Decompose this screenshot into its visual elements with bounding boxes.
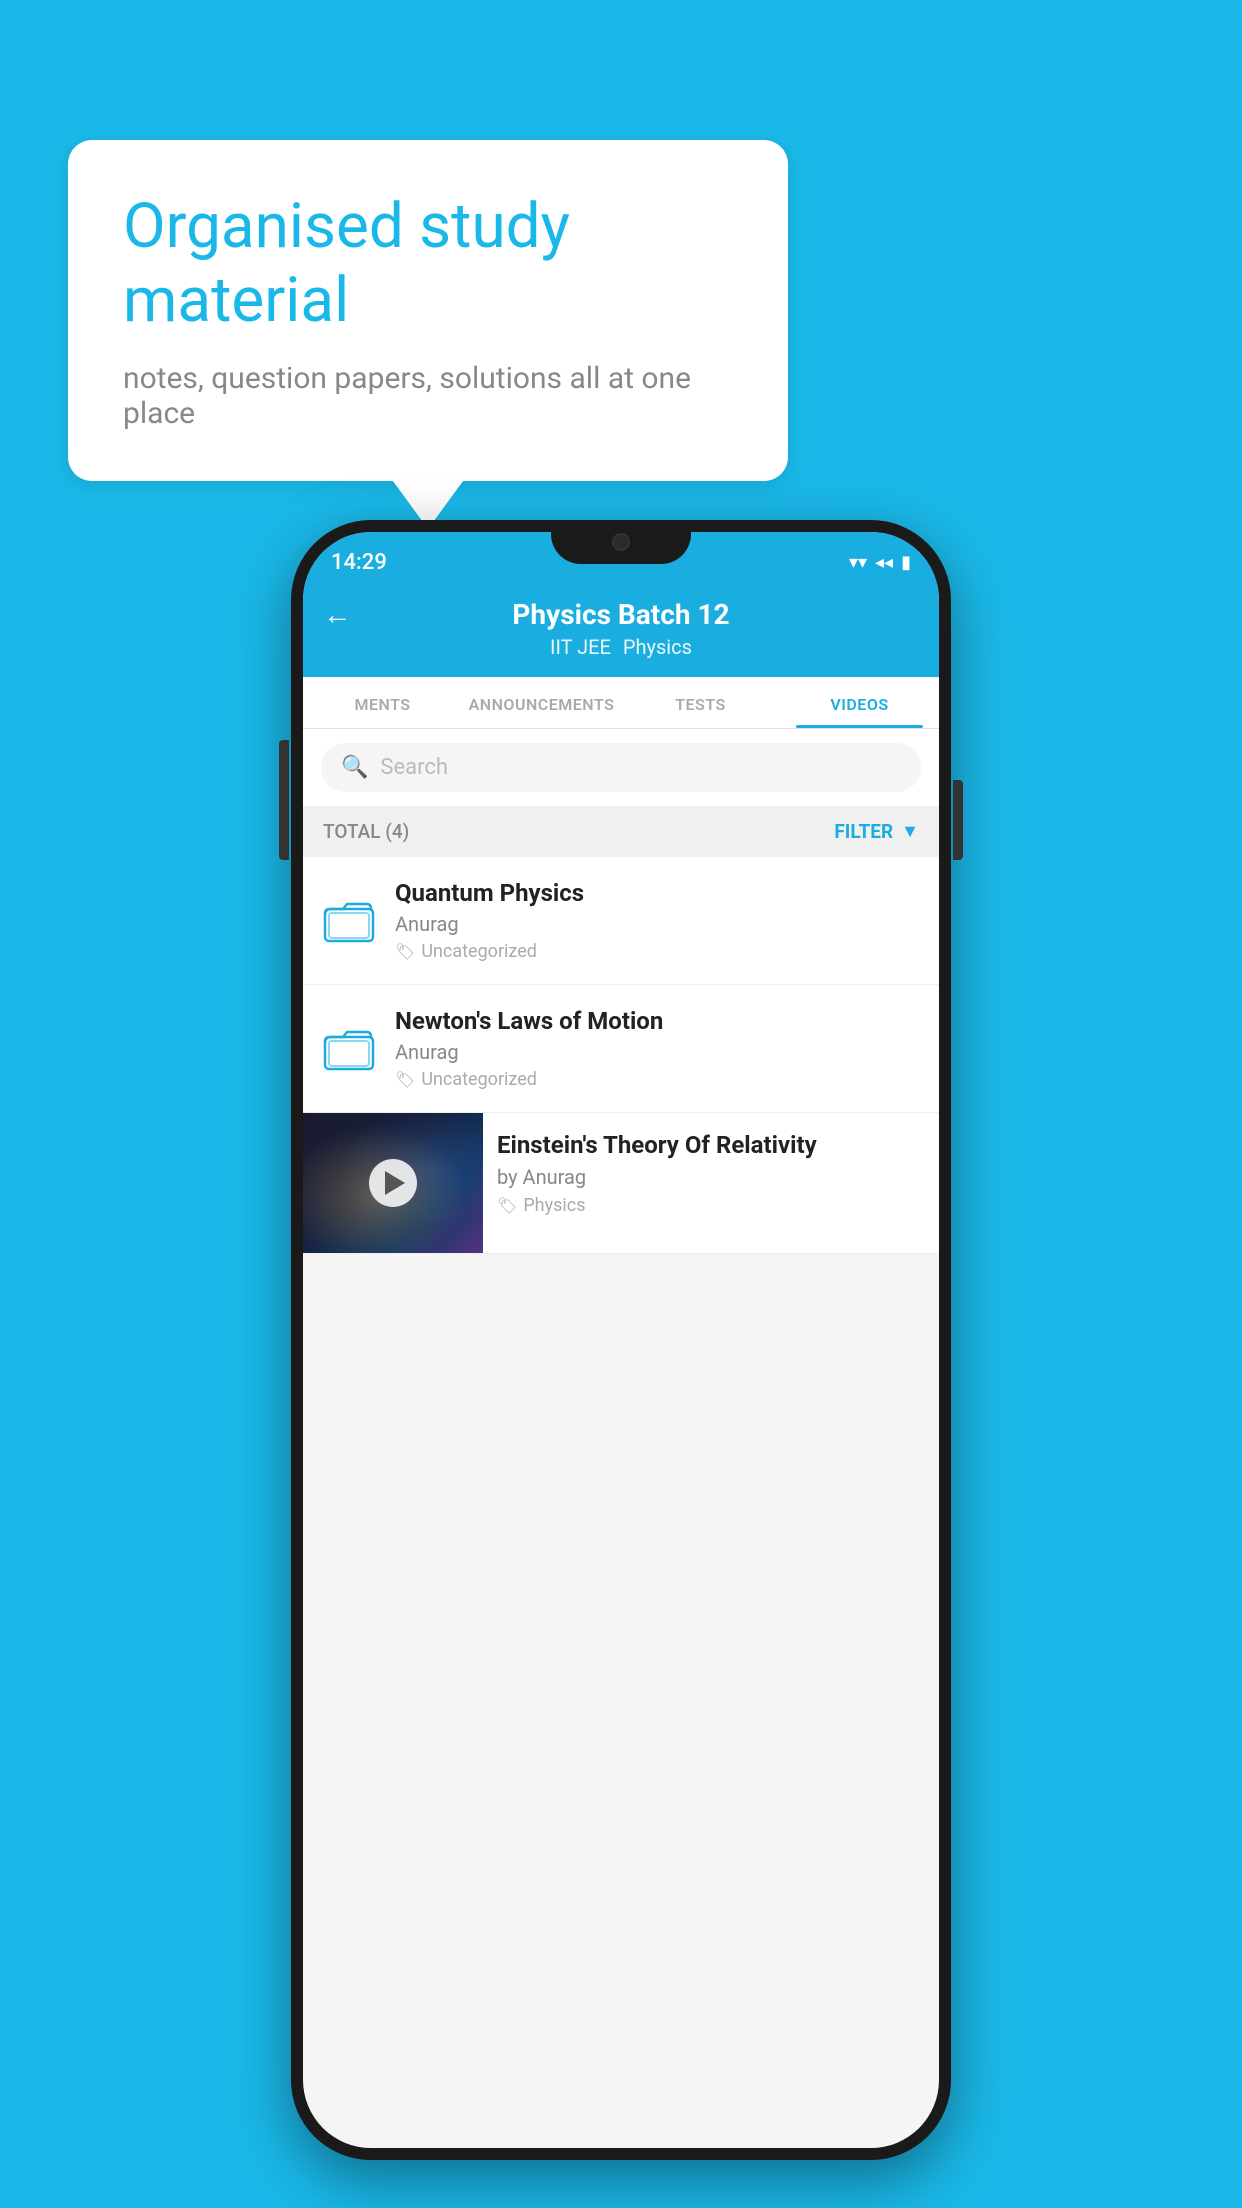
folder-icon [321, 1021, 377, 1077]
app-header: ← Physics Batch 12 IIT JEE Physics [303, 584, 939, 677]
video-tag: 🏷 Physics [497, 1195, 925, 1216]
list-container: Quantum Physics Anurag 🏷 Uncategorized [303, 857, 939, 1254]
item-info: Quantum Physics Anurag 🏷 Uncategorized [395, 879, 921, 962]
battery-icon: ▮ [901, 552, 911, 573]
tag-label: Uncategorized [421, 941, 537, 962]
total-count: TOTAL (4) [323, 820, 409, 843]
phone-screen: 14:29 ▾▾ ◂◂ ▮ ← Physics Batch 12 IIT JEE… [303, 532, 939, 2148]
speech-bubble-title: Organised study material [123, 190, 733, 339]
folder-icon [321, 893, 377, 949]
wifi-icon: ▾▾ [849, 552, 867, 573]
filter-button[interactable]: FILTER ▼ [834, 820, 919, 843]
tabs-container: MENTS ANNOUNCEMENTS TESTS VIDEOS [303, 677, 939, 729]
play-icon [385, 1171, 405, 1195]
list-item[interactable]: Newton's Laws of Motion Anurag 🏷 Uncateg… [303, 985, 939, 1113]
filter-icon: ▼ [901, 821, 919, 842]
tab-ments[interactable]: MENTS [303, 677, 462, 728]
header-top: ← Physics Batch 12 [323, 598, 919, 631]
tag-icon: 🏷 [395, 1070, 415, 1089]
tab-videos[interactable]: VIDEOS [780, 677, 939, 728]
header-subtitle-physics: Physics [623, 635, 692, 659]
item-author: Anurag [395, 912, 921, 936]
folder-svg [323, 1023, 375, 1075]
search-input[interactable]: Search [380, 755, 448, 780]
header-subtitle-iitjee: IIT JEE [550, 635, 611, 659]
tab-tests[interactable]: TESTS [621, 677, 780, 728]
back-button[interactable]: ← [323, 598, 351, 631]
speech-bubble: Organised study material notes, question… [68, 140, 788, 481]
search-bar[interactable]: 🔍 Search [321, 743, 921, 792]
status-time: 14:29 [331, 550, 387, 575]
search-container: 🔍 Search [303, 729, 939, 806]
search-icon: 🔍 [341, 755, 368, 780]
signal-icon: ◂◂ [875, 552, 893, 573]
filter-label: FILTER [834, 820, 893, 843]
tag-label: Uncategorized [421, 1069, 537, 1090]
tag-icon: 🏷 [497, 1196, 517, 1215]
video-thumbnail [303, 1113, 483, 1253]
folder-svg [323, 895, 375, 947]
video-info: Einstein's Theory Of Relativity by Anura… [483, 1113, 939, 1234]
play-button[interactable] [369, 1159, 417, 1207]
camera-dot [612, 533, 630, 551]
phone-notch [551, 520, 691, 564]
item-author: Anurag [395, 1040, 921, 1064]
item-title: Newton's Laws of Motion [395, 1007, 921, 1035]
video-item[interactable]: Einstein's Theory Of Relativity by Anura… [303, 1113, 939, 1254]
filter-row: TOTAL (4) FILTER ▼ [303, 806, 939, 857]
item-tag: 🏷 Uncategorized [395, 1069, 921, 1090]
header-title: Physics Batch 12 [512, 598, 729, 631]
header-subtitle: IIT JEE Physics [550, 635, 692, 659]
list-item[interactable]: Quantum Physics Anurag 🏷 Uncategorized [303, 857, 939, 985]
speech-bubble-subtitle: notes, question papers, solutions all at… [123, 361, 733, 431]
video-title: Einstein's Theory Of Relativity [497, 1131, 925, 1159]
phone-outer: 14:29 ▾▾ ◂◂ ▮ ← Physics Batch 12 IIT JEE… [291, 520, 951, 2160]
item-title: Quantum Physics [395, 879, 921, 907]
status-icons: ▾▾ ◂◂ ▮ [849, 552, 911, 573]
tag-label: Physics [523, 1195, 585, 1216]
item-tag: 🏷 Uncategorized [395, 941, 921, 962]
tag-icon: 🏷 [395, 942, 415, 961]
video-author: by Anurag [497, 1165, 925, 1189]
item-info: Newton's Laws of Motion Anurag 🏷 Uncateg… [395, 1007, 921, 1090]
tab-announcements[interactable]: ANNOUNCEMENTS [462, 677, 621, 728]
phone-container: 14:29 ▾▾ ◂◂ ▮ ← Physics Batch 12 IIT JEE… [291, 520, 951, 2170]
